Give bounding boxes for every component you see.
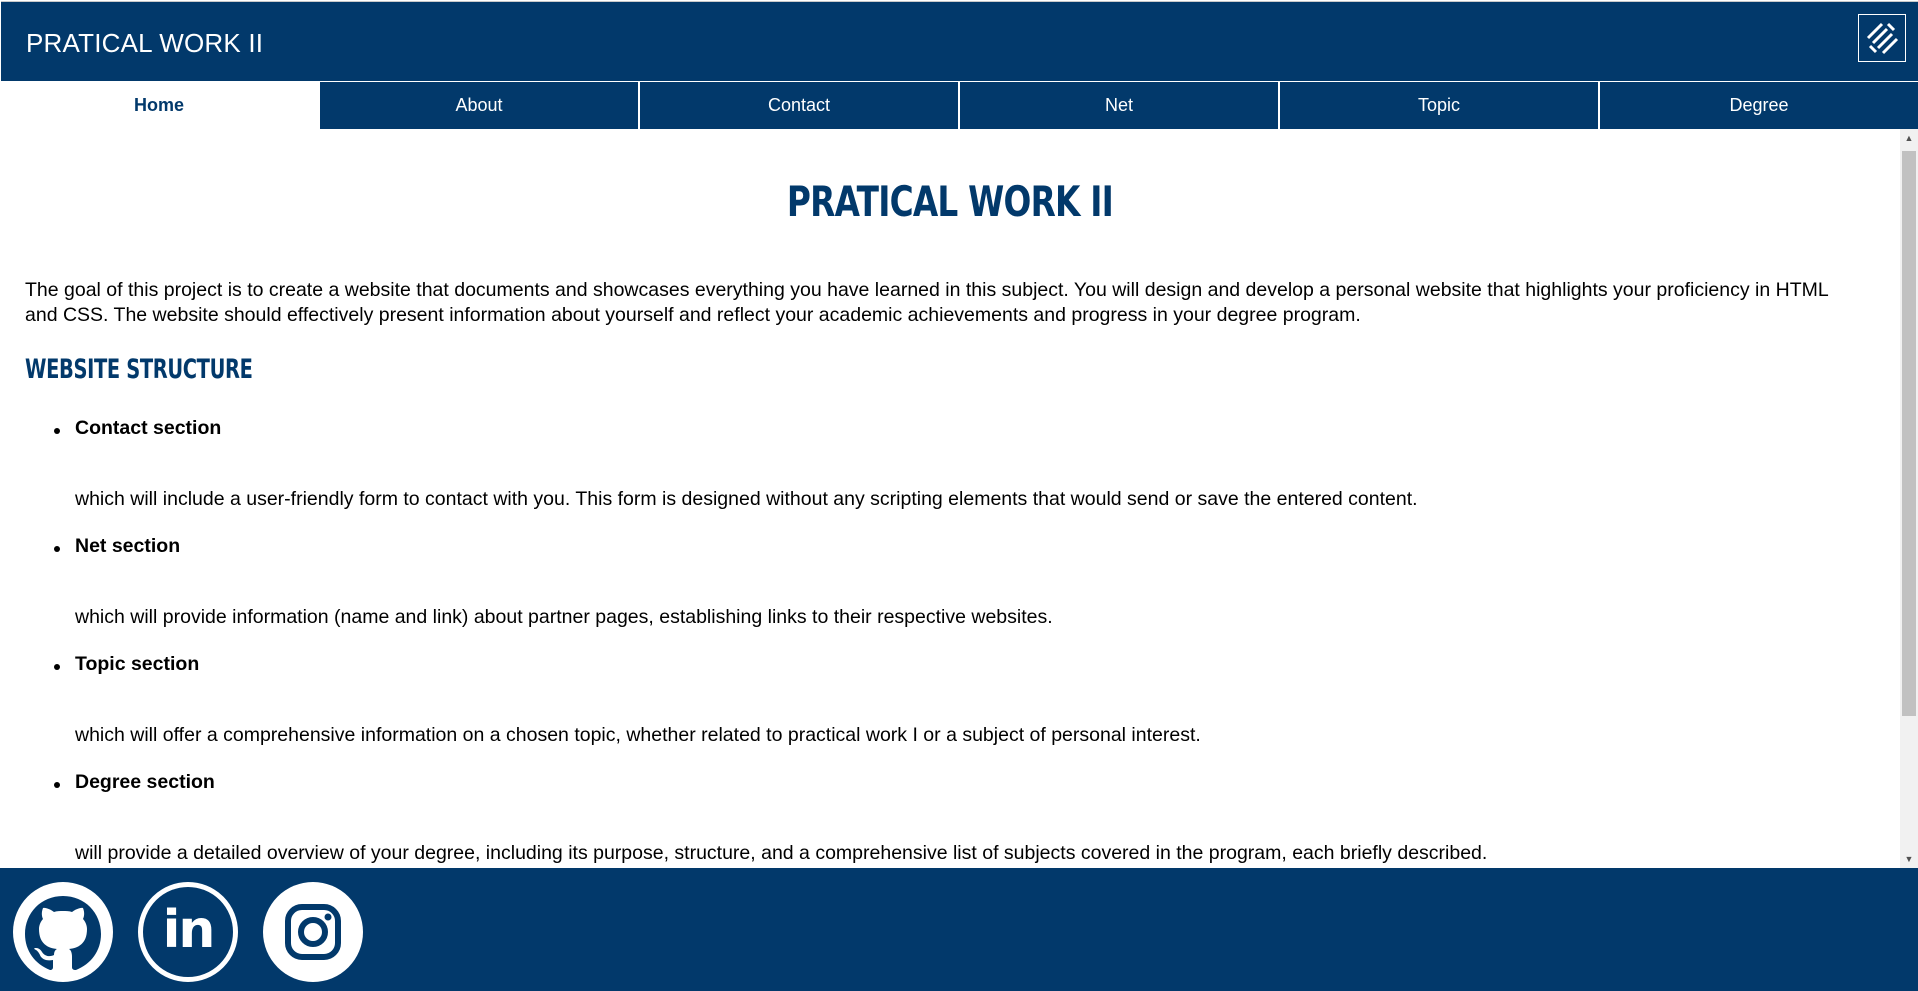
- vertical-scrollbar[interactable]: ▲ ▼: [1900, 129, 1918, 868]
- instagram-mark-icon: [285, 904, 341, 960]
- nav-item-about[interactable]: About: [318, 82, 638, 129]
- linkedin-icon[interactable]: in: [138, 882, 238, 982]
- header: PRATICAL WORK II: [1, 1, 1918, 81]
- scroll-up-icon[interactable]: ▲: [1900, 129, 1918, 147]
- list-item: Net section which will provide informati…: [50, 535, 1850, 653]
- logo-mark-icon: [1866, 22, 1899, 55]
- intro-paragraph: The goal of this project is to create a …: [25, 279, 1828, 326]
- section-title-degree: Degree section: [75, 771, 215, 793]
- scroll-thumb[interactable]: [1902, 151, 1916, 716]
- section-title-topic: Topic section: [75, 653, 200, 675]
- nav-item-contact[interactable]: Contact: [638, 82, 958, 129]
- main-content: PRATICAL WORK II The goal of this projec…: [0, 129, 1900, 868]
- section-description-degree: will provide a detailed overview of your…: [75, 842, 1488, 864]
- list-item: Topic section which will offer a compreh…: [50, 653, 1850, 771]
- site-title: PRATICAL WORK II: [26, 28, 264, 58]
- structure-list: Contact section which will include a use…: [50, 417, 1850, 868]
- list-item: Contact section which will include a use…: [50, 417, 1850, 535]
- list-item: Degree section will provide a detailed o…: [50, 771, 1850, 868]
- section-description-net: which will provide information (name and…: [75, 606, 1053, 628]
- footer: in: [0, 868, 1918, 991]
- bullet-icon: [54, 428, 60, 434]
- nav-item-degree[interactable]: Degree: [1598, 82, 1918, 129]
- section-title-net: Net section: [75, 535, 181, 557]
- nav-item-home[interactable]: Home: [0, 82, 318, 129]
- scroll-down-icon[interactable]: ▼: [1900, 850, 1918, 868]
- nav-item-topic[interactable]: Topic: [1278, 82, 1598, 129]
- bullet-icon: [54, 664, 60, 670]
- instagram-icon[interactable]: [263, 882, 363, 982]
- nav-item-net[interactable]: Net: [958, 82, 1278, 129]
- github-icon[interactable]: [13, 882, 113, 982]
- structure-heading: WEBSITE STRUCTURE: [25, 354, 253, 385]
- section-description-contact: which will include a user-friendly form …: [75, 488, 1418, 510]
- section-description-topic: which will offer a comprehensive informa…: [75, 724, 1201, 746]
- bullet-icon: [54, 546, 60, 552]
- main-nav: Home About Contact Net Topic Degree: [0, 82, 1918, 129]
- logo-icon[interactable]: [1858, 14, 1906, 62]
- page: PRATICAL WORK II Home About Contact Net …: [0, 0, 1918, 991]
- page-title: PRATICAL WORK II: [786, 177, 1114, 226]
- section-title-contact: Contact section: [75, 417, 222, 439]
- linkedin-glyph-icon: in: [162, 900, 216, 960]
- bullet-icon: [54, 782, 60, 788]
- github-mark-icon: [25, 896, 101, 970]
